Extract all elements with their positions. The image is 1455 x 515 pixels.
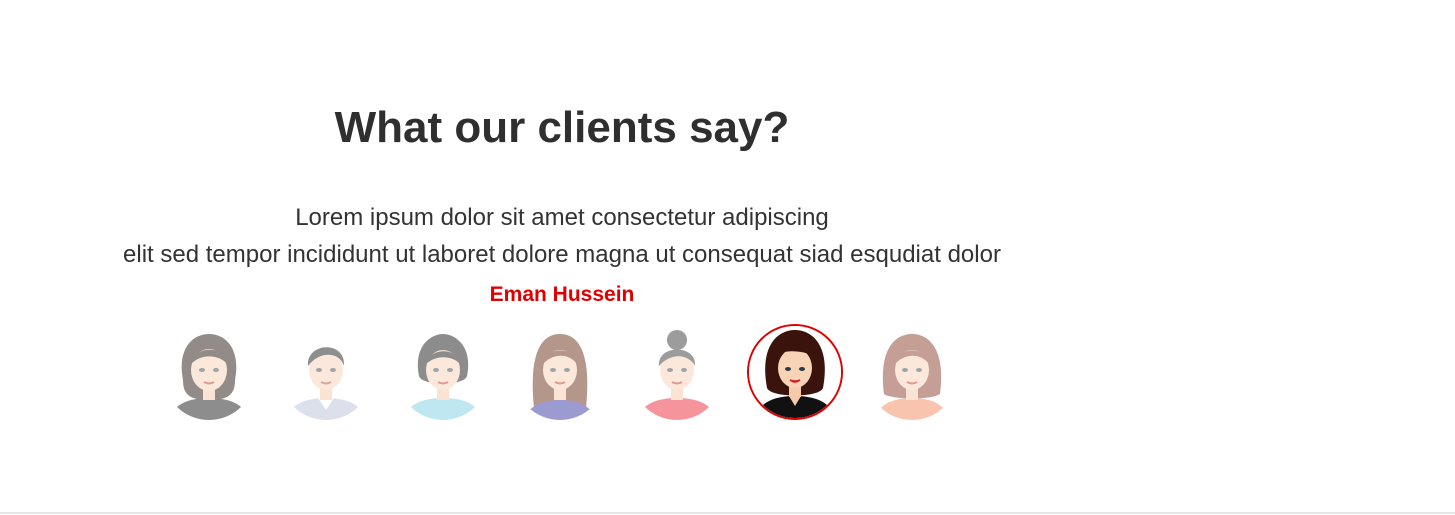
quote-line-1: Lorem ipsum dolor sit amet consectetur a…: [295, 204, 829, 231]
section-title: What our clients say?: [334, 103, 790, 152]
quote-line-2: elit sed tempor incididunt ut laboret do…: [123, 241, 1001, 268]
testimonials-section: What our clients say? Lorem ipsum dolor …: [0, 0, 1124, 513]
woman-bun-hair-avatar-icon[interactable]: [631, 328, 723, 420]
woman-long-hair-avatar-icon[interactable]: [514, 328, 606, 420]
woman-dark-bob-avatar-icon[interactable]: [747, 324, 843, 420]
section-divider: [0, 512, 1455, 514]
woman-short-hair-avatar-icon[interactable]: [397, 328, 489, 420]
testimonial-quote: Lorem ipsum dolor sit amet consectetur a…: [0, 199, 1124, 273]
man-short-hair-avatar-icon[interactable]: [280, 328, 372, 420]
client-name: Eman Hussein: [489, 283, 635, 306]
woman-bob-hair-avatar-icon[interactable]: [163, 328, 255, 420]
woman-auburn-hair-avatar-icon[interactable]: [866, 328, 958, 420]
